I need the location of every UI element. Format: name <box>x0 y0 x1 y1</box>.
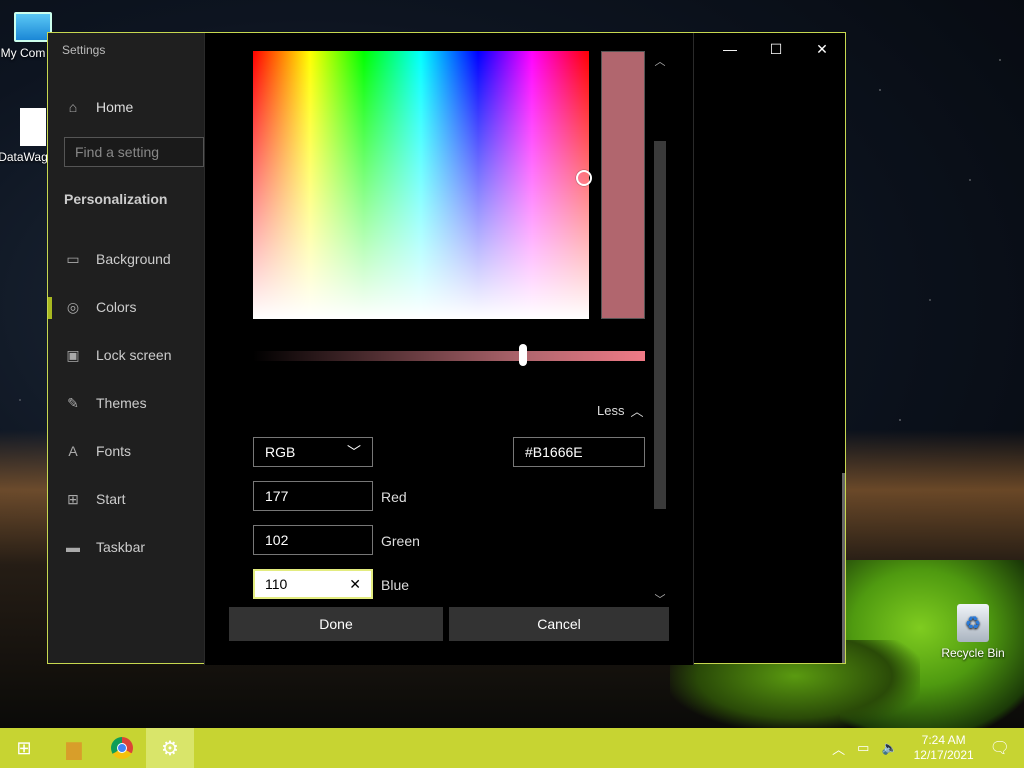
color-spectrum[interactable] <box>253 51 589 319</box>
minimize-button[interactable]: — <box>707 33 753 65</box>
sidebar-item-label: Taskbar <box>96 539 146 555</box>
less-label: Less <box>597 403 625 418</box>
taskbar-chrome[interactable] <box>98 728 146 768</box>
sidebar-item-lock-screen[interactable]: ▣ Lock screen <box>48 333 204 377</box>
find-setting-input[interactable]: Find a setting <box>64 137 204 167</box>
color-model-value: RGB <box>265 444 296 460</box>
sidebar-item-home[interactable]: ⌂ Home <box>48 85 204 129</box>
palette-icon: ◎ <box>66 298 80 315</box>
chevron-up-icon[interactable]: ︿ <box>832 739 845 758</box>
green-input[interactable]: 102 <box>253 525 373 555</box>
custom-color-dialog: Less ︿ RGB ﹀ #B1666E 177 Red 102 Green 1… <box>204 33 694 665</box>
taskbar: ⊞ ▆ ⚙ ︿ ▭ 🔈 7:24 AM 12/17/2021 🗨 <box>0 728 1024 768</box>
red-label: Red <box>381 489 407 505</box>
blue-input-value: 110 <box>265 576 288 592</box>
sidebar-item-label: Home <box>96 99 134 115</box>
scroll-down-icon[interactable]: ﹀ <box>652 591 668 607</box>
windows-logo-icon: ⊞ <box>16 737 32 758</box>
green-label: Green <box>381 533 420 549</box>
sidebar-item-themes[interactable]: ✎ Themes <box>48 381 204 425</box>
red-input[interactable]: 177 <box>253 481 373 511</box>
done-button[interactable]: Done <box>229 607 443 641</box>
section-title: Personalization <box>64 191 168 207</box>
settings-window: Settings ⌂ Home Find a setting Personali… <box>47 32 846 665</box>
sidebar-item-start[interactable]: ⊞ Start <box>48 477 204 521</box>
sidebar-item-fonts[interactable]: A Fonts <box>48 429 204 473</box>
desktop-icon-label: DataWag <box>0 150 48 164</box>
sidebar-item-background[interactable]: ▭ Background <box>48 237 204 281</box>
sidebar-item-label: Background <box>96 251 171 267</box>
network-icon[interactable]: ▭ <box>857 740 869 756</box>
sidebar-item-label: Themes <box>96 395 147 411</box>
maximize-button[interactable]: ☐ <box>753 33 799 65</box>
sidebar-item-label: Lock screen <box>96 347 172 363</box>
taskbar-icon: ▬ <box>66 539 80 555</box>
hex-input[interactable]: #B1666E <box>513 437 645 467</box>
volume-muted-icon[interactable]: 🔈 <box>881 740 897 756</box>
clock[interactable]: 7:24 AM 12/17/2021 <box>914 733 974 763</box>
chevron-up-icon: ︿ <box>630 404 644 419</box>
chrome-icon <box>111 737 133 759</box>
window-title: Settings <box>62 43 106 57</box>
color-preview <box>601 51 645 319</box>
settings-sidebar: Settings ⌂ Home Find a setting Personali… <box>48 33 204 663</box>
color-picker-handle[interactable] <box>576 170 592 186</box>
sidebar-item-colors[interactable]: ◎ Colors <box>48 285 204 329</box>
settings-scrollbar[interactable] <box>842 473 845 663</box>
folder-icon: ▆ <box>66 737 82 760</box>
chevron-down-icon: ﹀ <box>347 444 361 460</box>
cancel-button[interactable]: Cancel <box>449 607 669 641</box>
taskbar-settings[interactable]: ⚙ <box>146 728 194 768</box>
fonts-icon: A <box>68 443 78 459</box>
brightness-slider[interactable] <box>253 351 645 361</box>
recycle-bin-icon: ♻ <box>957 604 989 642</box>
document-icon <box>20 108 46 146</box>
home-icon: ⌂ <box>68 99 78 115</box>
blue-input[interactable]: 110 ✕ <box>253 569 373 599</box>
lock-screen-icon: ▣ <box>66 346 80 363</box>
desktop-icon-label: My Com <box>0 46 46 60</box>
desktop-icon-label: Recycle Bin <box>941 646 1005 660</box>
brush-icon: ✎ <box>67 394 79 411</box>
less-toggle[interactable]: Less ︿ <box>597 401 643 420</box>
sidebar-item-taskbar[interactable]: ▬ Taskbar <box>48 525 204 569</box>
sidebar-item-label: Colors <box>96 299 137 315</box>
image-icon: ▭ <box>66 250 80 267</box>
start-button[interactable]: ⊞ <box>0 728 48 768</box>
window-controls: — ☐ ✕ <box>707 33 845 65</box>
notification-icon[interactable]: 🗨 <box>990 738 1010 758</box>
clock-time: 7:24 AM <box>921 733 966 747</box>
sidebar-item-label: Start <box>96 491 126 507</box>
close-button[interactable]: ✕ <box>799 33 845 65</box>
taskbar-file-explorer[interactable]: ▆ <box>50 728 98 768</box>
blue-label: Blue <box>381 577 410 593</box>
desktop-icon-recycle-bin[interactable]: ♻ Recycle Bin <box>938 604 1008 660</box>
scrollbar-thumb[interactable] <box>654 141 666 509</box>
start-icon: ⊞ <box>67 490 79 507</box>
clock-date: 12/17/2021 <box>913 748 974 762</box>
scroll-up-icon[interactable]: ︿ <box>652 53 668 69</box>
clear-icon[interactable]: ✕ <box>349 576 361 593</box>
dialog-scrollbar[interactable]: ︿ ﹀ <box>652 51 668 607</box>
gear-icon: ⚙ <box>161 737 179 760</box>
system-tray: ︿ ▭ 🔈 7:24 AM 12/17/2021 🗨 <box>826 728 1024 768</box>
brightness-slider-thumb[interactable] <box>519 344 528 366</box>
sidebar-item-label: Fonts <box>96 443 132 459</box>
color-model-select[interactable]: RGB ﹀ <box>253 437 373 467</box>
